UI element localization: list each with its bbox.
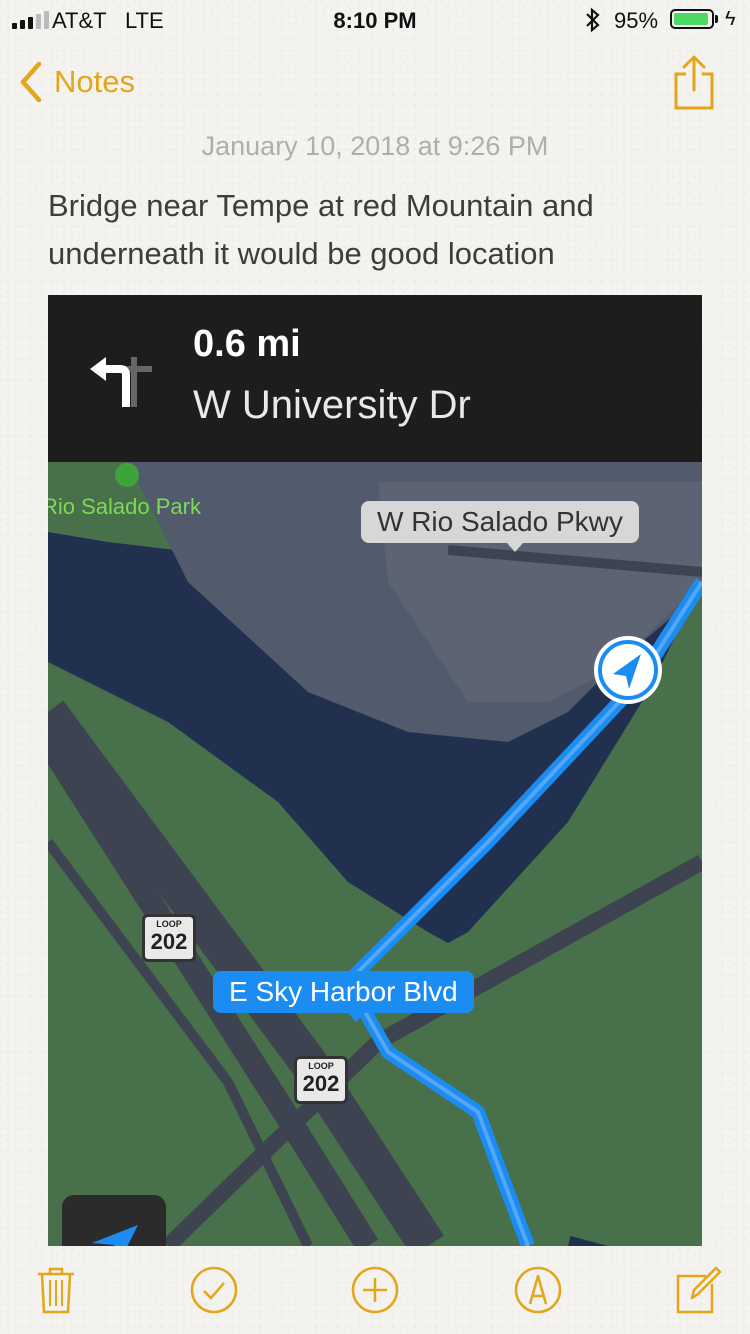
- bluetooth-icon: [586, 7, 600, 33]
- charging-bolt-icon: ϟ: [725, 8, 736, 30]
- current-street-label-text: E Sky Harbor Blvd: [229, 976, 458, 1007]
- note-body[interactable]: Bridge near Tempe at red Mountain and un…: [48, 182, 708, 278]
- battery-fill: [674, 13, 708, 25]
- turn-left-icon: [90, 357, 152, 407]
- markup-icon[interactable]: [514, 1266, 562, 1314]
- location-arrow-icon: [92, 1225, 138, 1246]
- shield-number: 202: [150, 929, 188, 954]
- map-view: [48, 462, 702, 1246]
- nav-street: W University Dr: [193, 383, 471, 427]
- label-pointer: [348, 1013, 364, 1022]
- street-label-rio-salado: W Rio Salado Pkwy: [361, 501, 639, 552]
- back-button-label: Notes: [54, 64, 135, 99]
- nav-distance: 0.6 mi: [193, 323, 301, 365]
- trash-icon[interactable]: [36, 1266, 76, 1314]
- battery-icon: [670, 9, 714, 29]
- loop-202-shield-icon: LOOP 202: [142, 914, 196, 962]
- park-label: Rio Salado Park: [48, 494, 201, 519]
- back-button[interactable]: Notes: [20, 62, 135, 102]
- loop-202-shield-icon: LOOP 202: [294, 1056, 348, 1104]
- battery-tip: [715, 15, 718, 23]
- add-icon[interactable]: [351, 1266, 399, 1314]
- battery-percent: 95%: [614, 8, 659, 33]
- street-label-text: W Rio Salado Pkwy: [377, 506, 623, 537]
- attached-map-screenshot[interactable]: 0.6 mi W University Dr Rio Salado Park W…: [48, 295, 702, 1246]
- location-arrow-button: [62, 1195, 166, 1246]
- current-street-label: E Sky Harbor Blvd: [213, 971, 474, 1022]
- note-date: January 10, 2018 at 9:26 PM: [201, 131, 549, 161]
- bottom-toolbar: [0, 1246, 750, 1334]
- shield-number: 202: [302, 1071, 340, 1096]
- chevron-left-icon: [20, 62, 42, 102]
- compose-icon[interactable]: [676, 1266, 722, 1314]
- checklist-icon[interactable]: [190, 1266, 238, 1314]
- share-icon[interactable]: [672, 54, 716, 110]
- navigation-banner: 0.6 mi W University Dr: [48, 295, 702, 462]
- park-icon: [115, 463, 139, 487]
- status-bar: AT&T LTE 8:10 PM 95% ϟ: [0, 0, 750, 40]
- label-pointer: [507, 543, 523, 552]
